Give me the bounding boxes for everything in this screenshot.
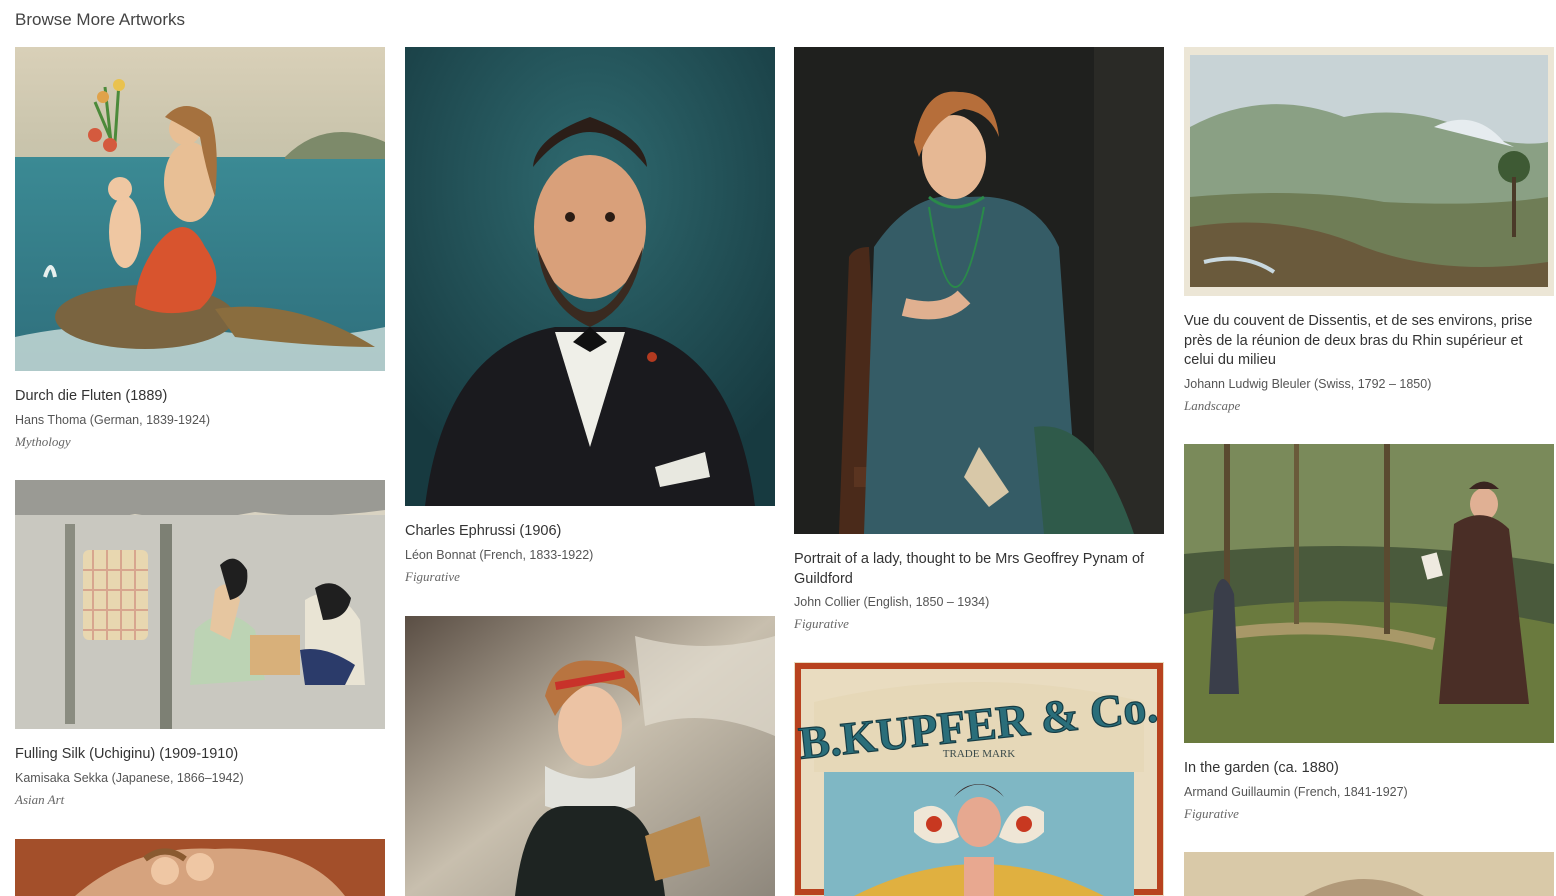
artwork-artist[interactable]: Kamisaka Sekka (Japanese, 1866–1942) [15, 770, 385, 786]
artwork-thumbnail[interactable] [405, 47, 775, 506]
artwork-thumbnail[interactable] [1184, 444, 1554, 743]
poster-trade-mark-text: TRADE MARK [943, 748, 1015, 760]
artwork-thumbnail[interactable] [15, 480, 385, 729]
artwork-thumbnail[interactable] [405, 616, 775, 896]
artwork-column-4: Vue du couvent de Dissentis, et de ses e… [1184, 47, 1554, 896]
artwork-card-portrait-woman-book[interactable] [405, 616, 775, 896]
artwork-card-fulling-silk[interactable]: Fulling Silk (Uchiginu) (1909-1910) Kami… [15, 480, 385, 839]
artwork-artist[interactable]: Léon Bonnat (French, 1833-1922) [405, 547, 775, 563]
artwork-artist[interactable]: Hans Thoma (German, 1839-1924) [15, 412, 385, 428]
artwork-title[interactable]: Durch die Fluten (1889) [15, 387, 385, 407]
artwork-thumbnail[interactable]: B.KUPFER & Co. TRADE MARK [794, 662, 1164, 896]
artwork-title[interactable]: Charles Ephrussi (1906) [405, 522, 775, 542]
artwork-card-in-the-garden[interactable]: In the garden (ca. 1880) Armand Guillaum… [1184, 444, 1554, 852]
artwork-grid: Durch die Fluten (1889) Hans Thoma (Germ… [15, 47, 1554, 896]
artwork-card-kupfer-poster[interactable]: B.KUPFER & Co. TRADE MARK [794, 662, 1164, 896]
artwork-genre[interactable]: Mythology [15, 434, 385, 450]
artwork-card-vue-du-couvent[interactable]: Vue du couvent de Dissentis, et de ses e… [1184, 47, 1554, 444]
artwork-genre[interactable]: Figurative [405, 569, 775, 585]
artwork-card-partial[interactable] [15, 839, 385, 896]
artwork-card-charles-ephrussi[interactable]: Charles Ephrussi (1906) Léon Bonnat (Fre… [405, 47, 775, 616]
artwork-title[interactable]: In the garden (ca. 1880) [1184, 759, 1554, 779]
artwork-column-1: Durch die Fluten (1889) Hans Thoma (Germ… [15, 47, 385, 896]
artwork-artist[interactable]: John Collier (English, 1850 – 1934) [794, 594, 1164, 610]
artwork-genre[interactable]: Figurative [794, 616, 1164, 632]
artwork-card-partial-bottom[interactable] [1184, 852, 1554, 896]
artwork-thumbnail[interactable] [1184, 852, 1554, 896]
artwork-title[interactable]: Vue du couvent de Dissentis, et de ses e… [1184, 312, 1554, 371]
artwork-genre[interactable]: Figurative [1184, 806, 1554, 822]
artwork-artist[interactable]: Johann Ludwig Bleuler (Swiss, 1792 – 185… [1184, 376, 1554, 392]
artwork-thumbnail[interactable] [794, 47, 1164, 534]
artwork-genre[interactable]: Asian Art [15, 792, 385, 808]
artwork-card-portrait-of-a-lady[interactable]: Portrait of a lady, thought to be Mrs Ge… [794, 47, 1164, 662]
artwork-column-3: Portrait of a lady, thought to be Mrs Ge… [794, 47, 1164, 896]
artwork-title[interactable]: Portrait of a lady, thought to be Mrs Ge… [794, 550, 1164, 589]
artwork-title[interactable]: Fulling Silk (Uchiginu) (1909-1910) [15, 745, 385, 765]
artwork-card-durch-die-fluten[interactable]: Durch die Fluten (1889) Hans Thoma (Germ… [15, 47, 385, 480]
artwork-thumbnail[interactable] [15, 47, 385, 371]
artwork-artist[interactable]: Armand Guillaumin (French, 1841-1927) [1184, 784, 1554, 800]
page-title: Browse More Artworks [15, 10, 186, 29]
artwork-thumbnail[interactable] [1184, 47, 1554, 296]
artwork-genre[interactable]: Landscape [1184, 398, 1554, 414]
artwork-thumbnail[interactable] [15, 839, 385, 896]
artwork-column-2: Charles Ephrussi (1906) Léon Bonnat (Fre… [405, 47, 775, 896]
